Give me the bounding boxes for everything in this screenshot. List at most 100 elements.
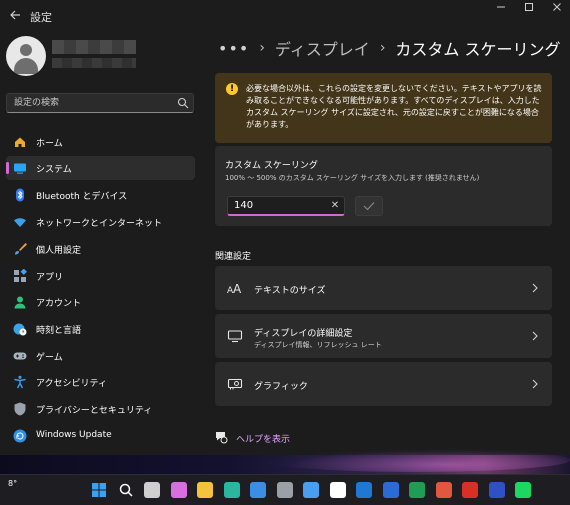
page-title: カスタム スケーリング bbox=[395, 40, 561, 59]
taskbar: 8° bbox=[0, 474, 570, 505]
related-settings-heading: 関連設定 bbox=[215, 252, 252, 262]
home-icon bbox=[15, 137, 25, 147]
excel-icon[interactable] bbox=[409, 482, 425, 498]
account-icon bbox=[14, 296, 26, 309]
sidebar-item-apps[interactable]: アプリ bbox=[6, 264, 195, 288]
profile-name-redacted bbox=[52, 40, 136, 54]
mail-icon[interactable] bbox=[462, 482, 478, 498]
sidebar-item-time-language[interactable]: 時刻と言語 bbox=[6, 317, 195, 341]
arrow-left-icon bbox=[10, 10, 20, 20]
weather-widget[interactable]: 8° bbox=[8, 479, 17, 488]
maximize-icon bbox=[525, 3, 533, 11]
sidebar-item-network[interactable]: ネットワークとインターネット bbox=[6, 210, 195, 234]
advanced-display-link[interactable]: ディスプレイの詳細設定 ディスプレイ情報、リフレッシュ レート bbox=[215, 314, 552, 358]
sidebar-item-label: ホーム bbox=[36, 139, 63, 149]
text-size-label: テキストのサイズ bbox=[254, 286, 326, 296]
help-label: ヘルプを表示 bbox=[236, 435, 291, 445]
brush-icon bbox=[15, 243, 27, 255]
sidebar-item-label: プライバシーとセキュリティ bbox=[36, 406, 153, 416]
chevron-right-icon bbox=[532, 283, 538, 293]
sidebar-item-label: ゲーム bbox=[36, 353, 63, 363]
chevron-right-icon: › bbox=[379, 40, 386, 56]
sidebar-item-label: 個人用設定 bbox=[36, 246, 82, 256]
warning-text: 必要な場合以外は、これらの設定を変更しないでください。テキストやアプリを読み取る… bbox=[246, 84, 542, 129]
clock-app-icon[interactable] bbox=[329, 482, 346, 498]
sidebar-item-accessibility[interactable]: アクセシビリティ bbox=[6, 370, 195, 394]
svg-text:A: A bbox=[233, 282, 242, 296]
sidebar-item-label: ネットワークとインターネット bbox=[36, 219, 163, 229]
sidebar-item-bluetooth[interactable]: Bluetooth とデバイス bbox=[6, 183, 195, 207]
search-icon[interactable] bbox=[118, 482, 134, 498]
close-button[interactable] bbox=[540, 0, 570, 18]
sidebar-item-personalization[interactable]: 個人用設定 bbox=[6, 237, 195, 261]
minimize-icon bbox=[497, 6, 505, 8]
graphics-label: グラフィック bbox=[254, 382, 308, 392]
text-size-icon: AA bbox=[227, 282, 242, 296]
sidebar-item-home[interactable]: ホーム bbox=[6, 130, 195, 154]
monitor-icon bbox=[227, 330, 243, 343]
outlook-icon[interactable] bbox=[356, 482, 372, 498]
system-icon bbox=[14, 163, 26, 174]
help-icon bbox=[216, 432, 228, 444]
copilot-icon[interactable] bbox=[170, 482, 187, 498]
sidebar-item-windows-update[interactable]: Windows Update bbox=[6, 424, 195, 448]
chevron-right-icon bbox=[532, 379, 538, 389]
warning-banner: ! 必要な場合以外は、これらの設定を変更しないでください。テキストやアプリを読み… bbox=[215, 73, 552, 143]
checkmark-icon bbox=[363, 202, 375, 211]
file-explorer-icon[interactable] bbox=[197, 482, 213, 498]
scaling-input[interactable] bbox=[228, 197, 324, 214]
photo-app-icon[interactable] bbox=[488, 482, 505, 498]
graphics-card-icon bbox=[227, 378, 243, 390]
sidebar-item-system[interactable]: システム bbox=[6, 156, 195, 180]
custom-scaling-card: カスタム スケーリング 100% 〜 500% のカスタム スケーリング サイズ… bbox=[215, 146, 552, 226]
apps-icon bbox=[14, 269, 27, 282]
sidebar-item-label: アカウント bbox=[36, 299, 82, 309]
text-size-link[interactable]: AA テキストのサイズ bbox=[215, 266, 552, 310]
start-icon[interactable] bbox=[91, 482, 107, 498]
sidebar-item-label: Windows Update bbox=[36, 430, 112, 440]
chevron-right-icon: › bbox=[259, 40, 265, 56]
media-icon[interactable] bbox=[276, 482, 293, 498]
avatar[interactable] bbox=[6, 36, 46, 76]
task-view-icon[interactable] bbox=[144, 482, 160, 498]
accessibility-icon bbox=[14, 375, 26, 389]
globe-clock-icon bbox=[13, 323, 27, 336]
breadcrumb: ••• › ディスプレイ › カスタム スケーリング bbox=[218, 36, 561, 60]
app-title: 設定 bbox=[30, 11, 52, 24]
app-icon[interactable] bbox=[303, 482, 319, 498]
back-button[interactable] bbox=[4, 4, 26, 26]
sidebar-item-label: Bluetooth とデバイス bbox=[36, 192, 128, 202]
advanced-display-description: ディスプレイ情報、リフレッシュ レート bbox=[254, 341, 382, 349]
sidebar-item-label: アプリ bbox=[36, 273, 64, 283]
sidebar-item-label: 時刻と言語 bbox=[36, 326, 82, 336]
custom-scaling-title: カスタム スケーリング bbox=[225, 161, 318, 171]
graphics-link[interactable]: グラフィック bbox=[215, 362, 552, 406]
sidebar-item-privacy[interactable]: プライバシーとセキュリティ bbox=[6, 397, 195, 421]
advanced-display-label: ディスプレイの詳細設定 bbox=[254, 329, 353, 339]
scaling-field: ✕ bbox=[227, 196, 345, 216]
bluetooth-icon bbox=[16, 188, 24, 202]
search-icon[interactable] bbox=[177, 97, 189, 109]
sidebar-item-label: システム bbox=[36, 165, 72, 175]
word-icon[interactable] bbox=[382, 482, 399, 498]
chevron-right-icon bbox=[532, 331, 538, 341]
breadcrumb-display-link[interactable]: ディスプレイ bbox=[275, 36, 370, 60]
close-icon bbox=[553, 3, 561, 11]
profile-email-redacted bbox=[52, 58, 136, 68]
title-bar: 設定 bbox=[0, 0, 570, 30]
spotify-icon[interactable] bbox=[515, 482, 531, 498]
windows-update-icon bbox=[13, 429, 27, 443]
sidebar-item-label: アクセシビリティ bbox=[36, 379, 108, 389]
search-input[interactable] bbox=[7, 94, 167, 112]
powerpoint-icon[interactable] bbox=[435, 482, 452, 498]
shield-icon bbox=[14, 402, 26, 416]
sidebar-item-gaming[interactable]: ゲーム bbox=[6, 344, 195, 368]
edge-icon[interactable] bbox=[223, 482, 240, 498]
breadcrumb-more-button[interactable]: ••• bbox=[218, 39, 249, 58]
store-icon[interactable] bbox=[250, 482, 266, 498]
sidebar-item-accounts[interactable]: アカウント bbox=[6, 290, 195, 314]
warning-icon: ! bbox=[226, 83, 238, 95]
gamepad-icon bbox=[13, 352, 27, 360]
clear-icon[interactable]: ✕ bbox=[329, 199, 341, 213]
apply-button[interactable] bbox=[355, 196, 383, 216]
